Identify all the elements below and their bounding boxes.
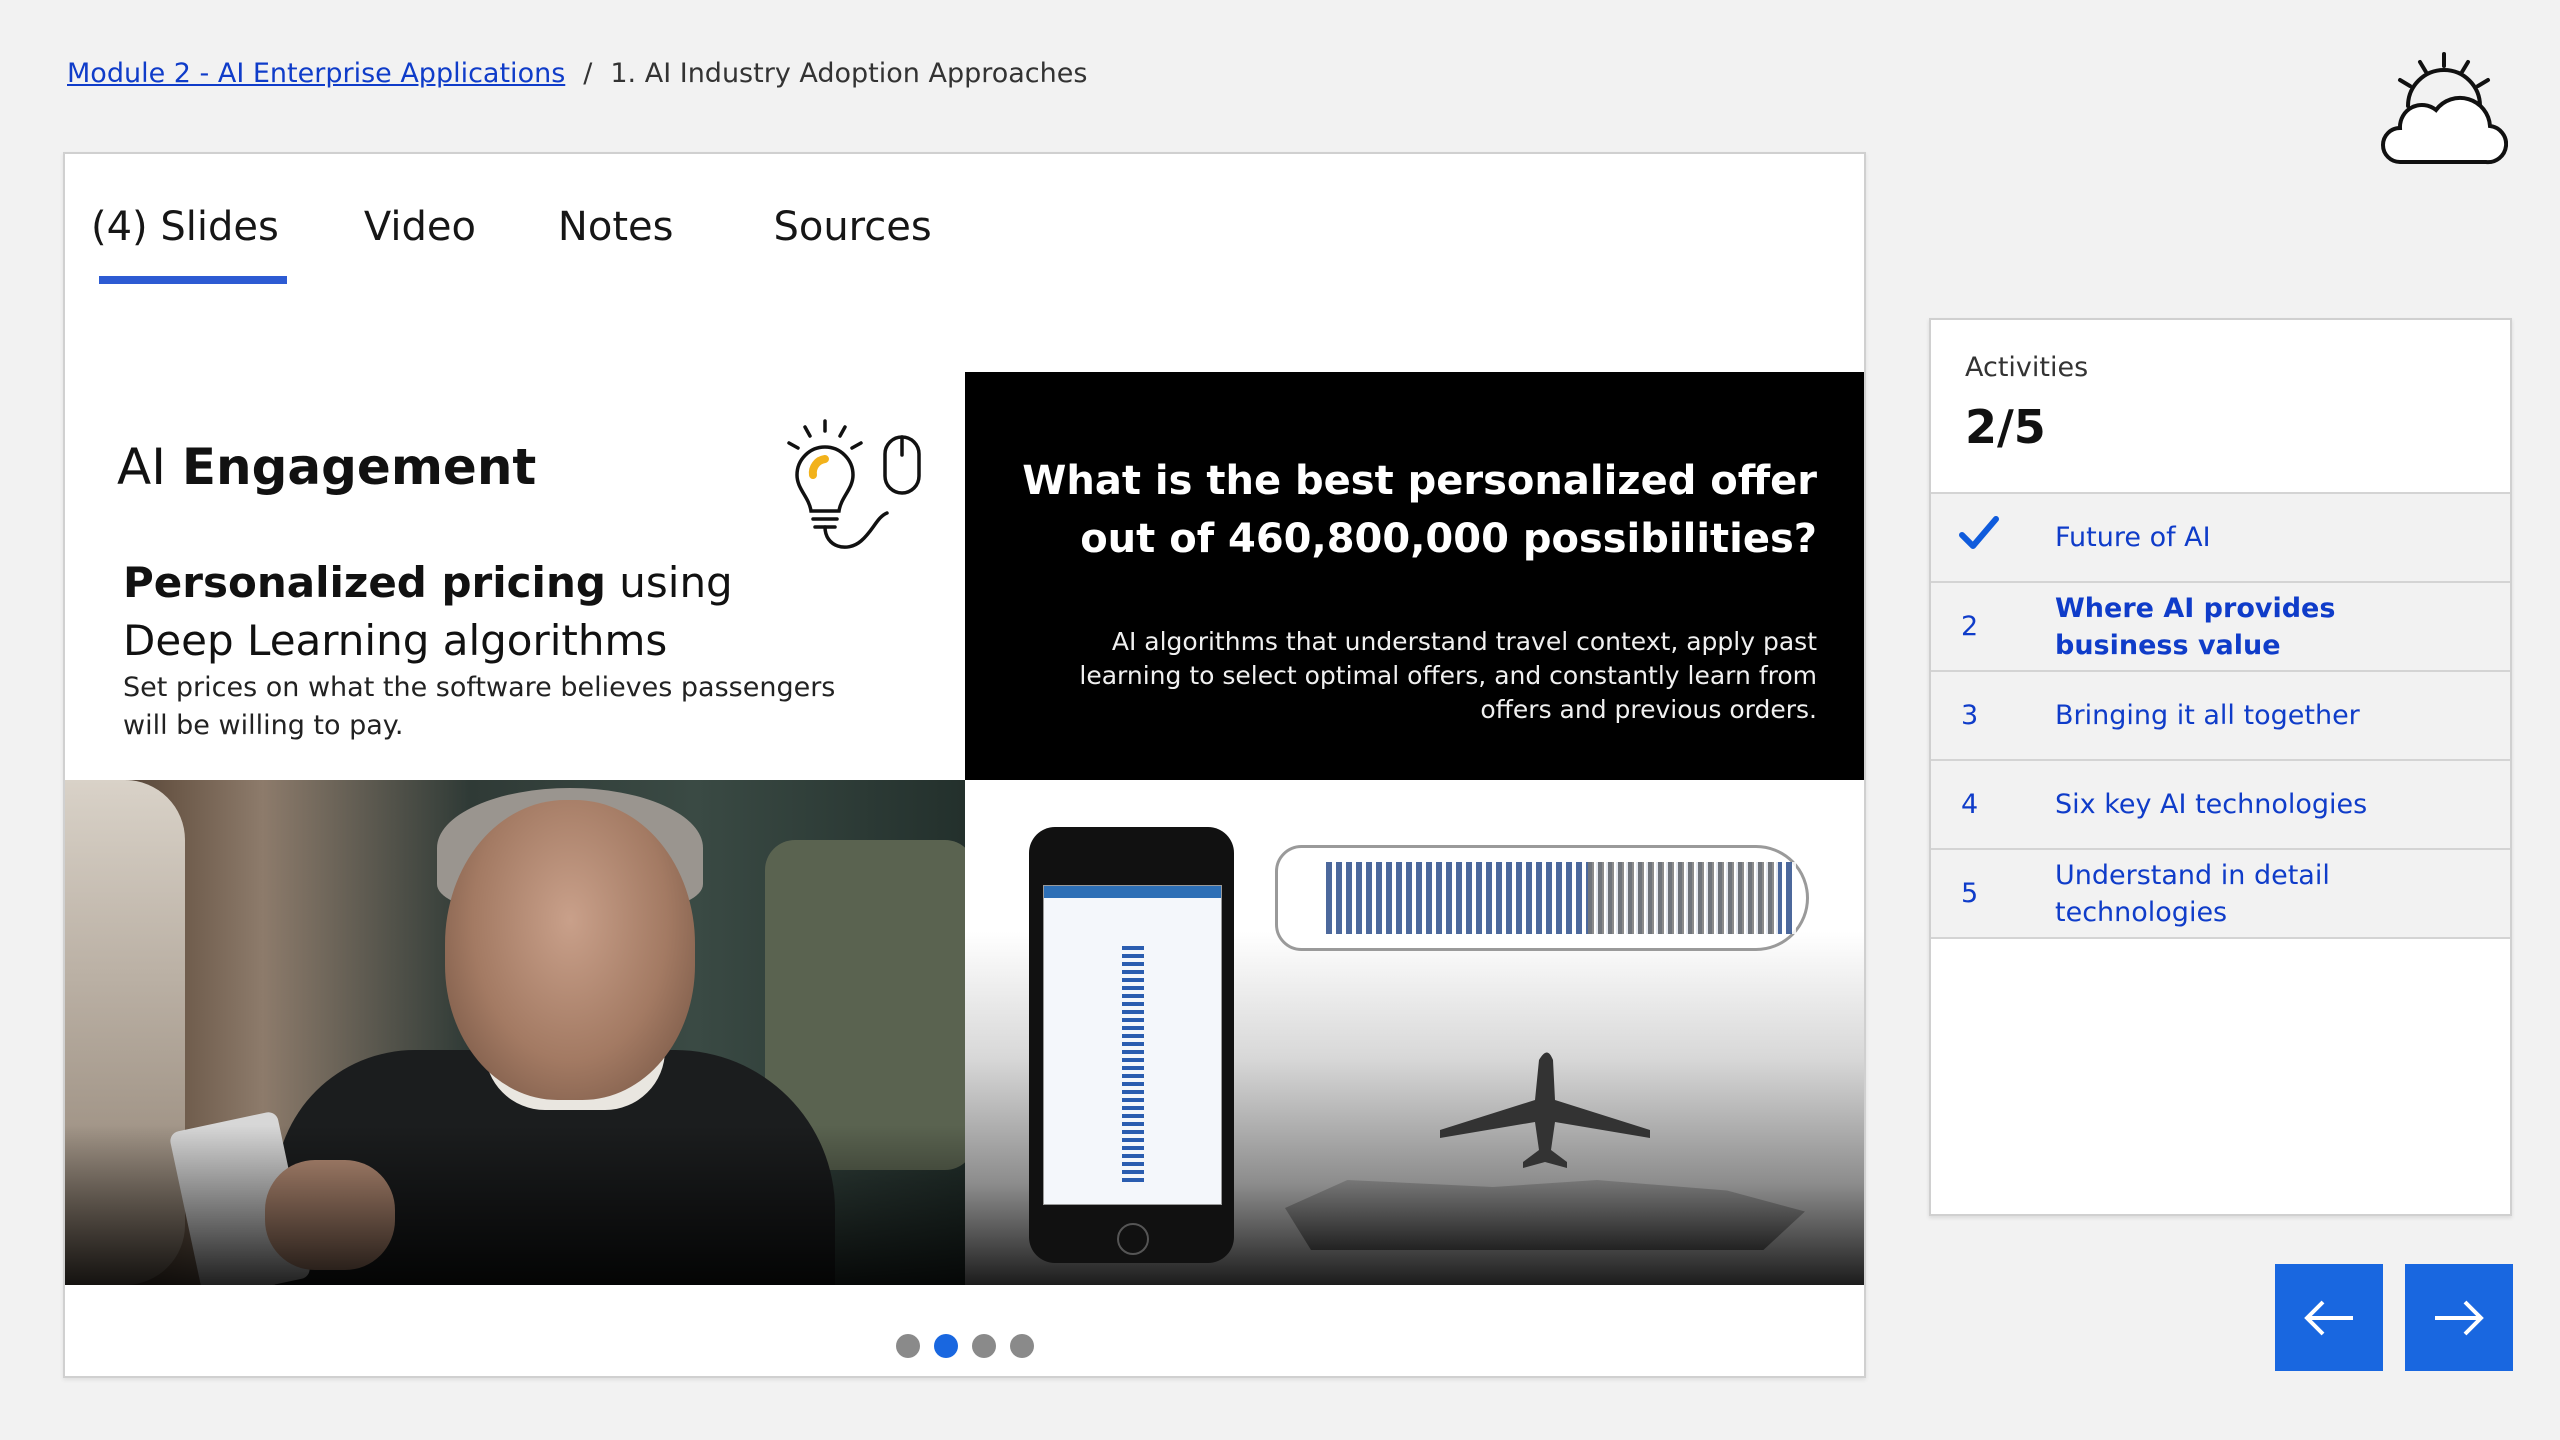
activity-item-5[interactable]: 5 Understand in detail technologies	[1931, 850, 2510, 939]
activity-number: 2	[1961, 611, 1979, 642]
activities-progress: 2/5	[1965, 400, 2046, 454]
activity-item-2[interactable]: 2 Where AI provides business value	[1931, 583, 2510, 672]
activity-number: 4	[1961, 789, 1979, 820]
activity-label: Future of AI	[2055, 522, 2211, 553]
cloud-sun-icon	[2381, 52, 2508, 165]
slide-dot-1[interactable]	[895, 1334, 920, 1358]
arrow-left-icon	[2304, 1300, 2353, 1335]
next-button[interactable]	[2405, 1264, 2513, 1371]
phone-seatmap-image	[1029, 827, 1234, 1263]
tab-sources[interactable]: Sources	[773, 204, 931, 284]
transport-montage-image	[1285, 1180, 1805, 1250]
aircraft-seatmap-image	[1275, 845, 1809, 951]
activity-item-1[interactable]: Future of AI	[1931, 494, 2510, 583]
checkmark-icon	[1959, 516, 1999, 549]
breadcrumb: Module 2 - AI Enterprise Applications / …	[67, 58, 1087, 89]
activity-label: Six key AI technologies	[2055, 789, 2368, 820]
passenger-photo	[65, 780, 965, 1285]
tab-notes[interactable]: Notes	[558, 204, 674, 284]
activity-number: 3	[1961, 700, 1979, 731]
slide-text-block: AI Engagement Personalized pricing using…	[65, 372, 965, 780]
activities-label: Activities	[1965, 352, 2089, 383]
activity-label: Bringing it all together	[2055, 700, 2360, 731]
slide-question: What is the best personalized offer out …	[1022, 458, 1817, 562]
activities-panel: Activities 2/5 Future of AI 2 Where AI p…	[1929, 318, 2512, 1216]
tab-slides[interactable]: (4) Slides	[91, 204, 287, 284]
airplane-icon	[1440, 1052, 1650, 1168]
slide-pagination	[65, 1334, 1864, 1358]
breadcrumb-parent-link[interactable]: Module 2 - AI Enterprise Applications	[67, 58, 565, 89]
airline-visual	[965, 780, 1864, 1285]
slide-dot-4[interactable]	[1009, 1334, 1034, 1358]
activity-number: 5	[1961, 878, 1979, 909]
slide-dot-2[interactable]	[933, 1334, 958, 1358]
slide-question-block: What is the best personalized offer out …	[965, 372, 1864, 780]
content-panel: (4) Slides Video Notes Sources AI Engage…	[63, 152, 1866, 1378]
slide-title: AI Engagement	[117, 438, 537, 496]
slide-dot-3[interactable]	[971, 1334, 996, 1358]
activity-label: Understand in detail technologies	[2055, 859, 2330, 928]
slide: AI Engagement Personalized pricing using…	[65, 372, 1864, 1285]
previous-button[interactable]	[2275, 1264, 2383, 1371]
arrow-right-icon	[2435, 1300, 2484, 1335]
activity-item-3[interactable]: 3 Bringing it all together	[1931, 672, 2510, 761]
tab-bar: (4) Slides Video Notes Sources	[91, 204, 932, 284]
activity-label: Where AI provides business value	[2055, 592, 2336, 661]
slide-heading: Personalized pricing using Deep Learning…	[123, 558, 733, 665]
breadcrumb-current: 1. AI Industry Adoption Approaches	[610, 58, 1088, 89]
activity-item-4[interactable]: 4 Six key AI technologies	[1931, 761, 2510, 850]
lightbulb-mouse-icon	[787, 419, 921, 549]
slide-description: AI algorithms that understand travel con…	[1079, 627, 1817, 724]
slide-body-text: Set prices on what the software believes…	[123, 672, 836, 741]
activities-list: Future of AI 2 Where AI provides busines…	[1931, 492, 2510, 939]
tab-video[interactable]: Video	[364, 204, 476, 284]
breadcrumb-separator: /	[583, 58, 593, 89]
